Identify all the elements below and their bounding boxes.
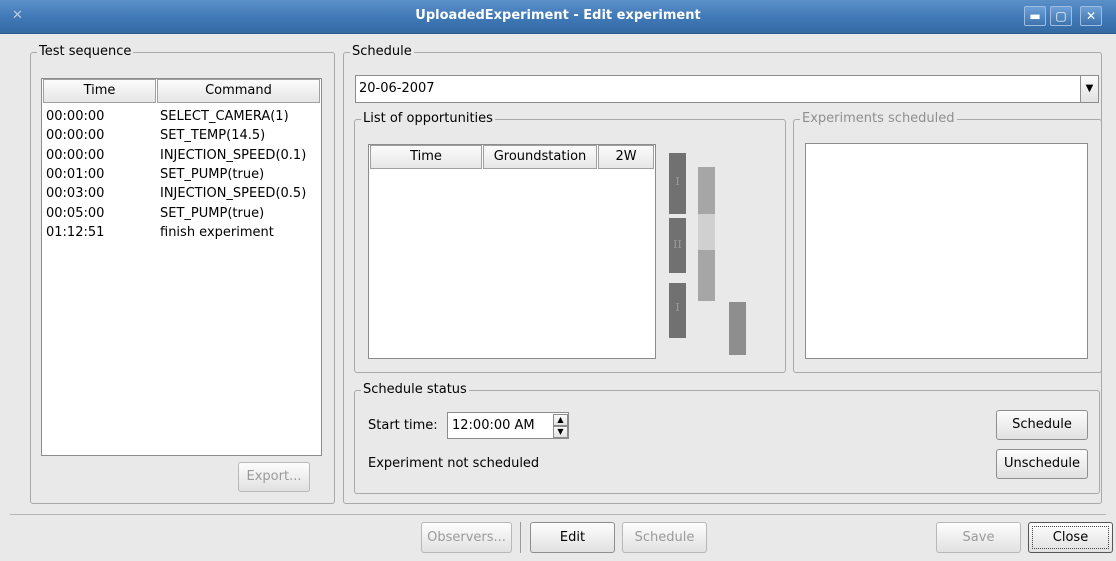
edit-button[interactable]: Edit: [530, 522, 615, 553]
row-command: INJECTION_SPEED(0.1): [160, 147, 307, 163]
test-sequence-title: Test sequence: [37, 44, 134, 60]
spin-down-icon[interactable]: ▼: [553, 426, 568, 438]
date-combo[interactable]: 20-06-2007 ▼: [355, 75, 1099, 103]
timeline-label: II: [673, 238, 682, 251]
timeline-label: I: [675, 301, 680, 314]
row-time: 00:00:00: [46, 147, 105, 163]
row-command: SET_TEMP(14.5): [160, 128, 266, 144]
chevron-down-icon[interactable]: ▼: [1080, 76, 1098, 102]
row-time: 00:00:00: [46, 128, 105, 144]
column-header-time[interactable]: Time: [370, 145, 482, 169]
timeline-bar: I: [669, 153, 686, 214]
unschedule-button[interactable]: Unschedule: [996, 449, 1088, 479]
row-command: finish experiment: [160, 224, 274, 240]
table-row[interactable]: 00:00:00 SELECT_CAMERA(1): [42, 107, 321, 126]
row-time: 01:12:51: [46, 224, 105, 240]
opportunities-title: List of opportunities: [361, 111, 495, 127]
timeline-bar: [698, 214, 715, 250]
button-divider: [520, 522, 521, 553]
minimize-icon[interactable]: ▬: [1024, 6, 1046, 26]
schedule-status-group: Schedule status: [354, 382, 1100, 494]
column-header-command[interactable]: Command: [157, 79, 320, 103]
timeline-bar: [698, 167, 715, 214]
table-row[interactable]: 00:03:00 INJECTION_SPEED(0.5): [42, 184, 321, 203]
start-time-value: 12:00:00 AM: [452, 418, 535, 433]
column-header-groundstation[interactable]: Groundstation: [483, 145, 597, 169]
column-header-2w[interactable]: 2W: [598, 145, 654, 169]
title-bar[interactable]: ✕ UploadedExperiment - Edit experiment ▬…: [0, 0, 1116, 34]
row-time: 00:03:00: [46, 186, 105, 202]
close-button[interactable]: Close: [1028, 522, 1113, 553]
date-value: 20-06-2007: [359, 81, 435, 96]
schedule-status-schedule-button[interactable]: Schedule: [996, 410, 1088, 440]
experiments-scheduled-title: Experiments scheduled: [800, 111, 957, 127]
timeline-bar: [729, 302, 746, 355]
schedule-status-title: Schedule status: [361, 382, 469, 398]
timeline-label: I: [675, 175, 680, 188]
table-row[interactable]: 01:12:51 finish experiment: [42, 223, 321, 242]
timeline-bar: I: [669, 283, 686, 338]
export-button[interactable]: Export...: [238, 462, 310, 492]
table-row[interactable]: 00:01:00 SET_PUMP(true): [42, 165, 321, 184]
maximize-icon[interactable]: ▢: [1050, 6, 1072, 26]
footer-schedule-button[interactable]: Schedule: [622, 522, 707, 553]
start-time-label: Start time:: [368, 418, 438, 433]
row-command: INJECTION_SPEED(0.5): [160, 186, 307, 202]
test-sequence-table[interactable]: Time Command 00:00:00 SELECT_CAMERA(1) 00:…: [41, 78, 322, 456]
timeline-bar: II: [669, 218, 686, 273]
row-command: SELECT_CAMERA(1): [160, 109, 289, 124]
window-title: UploadedExperiment - Edit experiment: [415, 8, 701, 23]
column-header-time[interactable]: Time: [43, 79, 156, 103]
close-window-icon[interactable]: ✕: [1080, 6, 1102, 26]
table-row[interactable]: 00:05:00 SET_PUMP(true): [42, 204, 321, 223]
save-button[interactable]: Save: [936, 522, 1021, 553]
row-command: SET_PUMP(true): [160, 205, 265, 221]
opportunities-table[interactable]: Time Groundstation 2W: [368, 144, 656, 359]
table-row[interactable]: 00:00:00 SET_TEMP(14.5): [42, 126, 321, 145]
experiments-scheduled-list[interactable]: [805, 143, 1088, 359]
row-time: 00:00:00: [46, 109, 105, 124]
schedule-title: Schedule: [350, 44, 414, 60]
start-time-spinbox[interactable]: 12:00:00 AM ▲ ▼: [447, 412, 569, 439]
row-time: 00:01:00: [46, 166, 105, 182]
table-row[interactable]: 00:00:00 INJECTION_SPEED(0.1): [42, 146, 321, 165]
row-time: 00:05:00: [46, 205, 105, 221]
timeline-bar: [698, 250, 715, 301]
row-command: SET_PUMP(true): [160, 166, 265, 182]
observers-button[interactable]: Observers...: [421, 522, 512, 553]
schedule-state-text: Experiment not scheduled: [368, 456, 540, 471]
spin-up-icon[interactable]: ▲: [553, 414, 568, 426]
footer-divider: [10, 514, 1106, 515]
